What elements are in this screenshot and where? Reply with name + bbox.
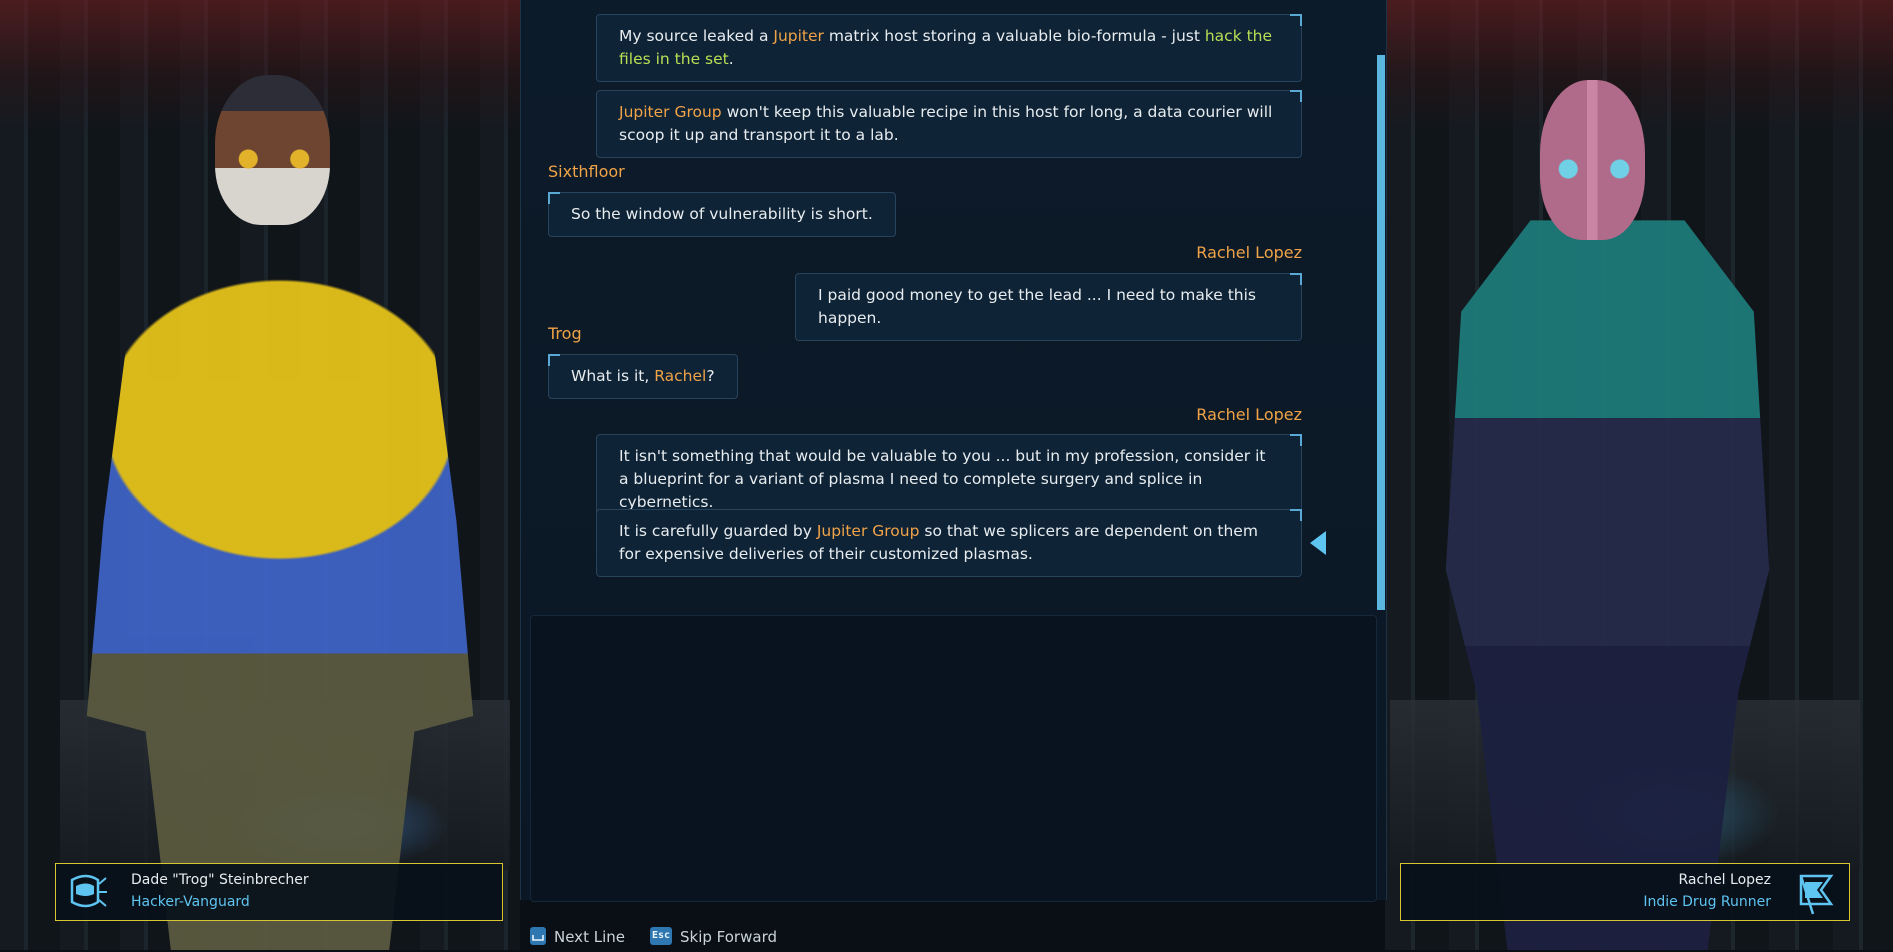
speaker-name: Sixthfloor <box>548 162 625 181</box>
left-character-name: Dade "Trog" Steinbrecher <box>131 872 309 888</box>
right-character-nameplate: Rachel Lopez Indie Drug Runner <box>1400 863 1850 921</box>
org-highlight: Jupiter Group <box>816 522 920 540</box>
dialog-bubble: My source leaked a Jupiter matrix host s… <box>596 14 1302 82</box>
dialog-bubble: I paid good money to get the lead ... I … <box>795 273 1302 341</box>
dialog-log-empty-area <box>530 615 1377 902</box>
hacker-vanguard-icon <box>70 874 107 908</box>
dialog-text: My source leaked a <box>619 27 774 45</box>
trog-goggles <box>228 148 320 170</box>
esc-key[interactable]: Esc <box>650 927 672 945</box>
dialog-bubble: What is it, Rachel? <box>548 354 738 399</box>
dialog-bubble-current: It is carefully guarded by Jupiter Group… <box>596 509 1302 577</box>
dialog-text: ? <box>706 367 715 385</box>
dialog-scrollbar[interactable] <box>1377 55 1385 610</box>
dialog-bubble: Jupiter Group won't keep this valuable r… <box>596 90 1302 158</box>
org-highlight: Jupiter Group <box>619 103 722 121</box>
dialog-text: What is it, <box>571 367 655 385</box>
left-character-role: Hacker-Vanguard <box>131 894 250 910</box>
rachel-goggles <box>1548 158 1640 180</box>
dialog-text: It is carefully guarded by <box>619 522 817 540</box>
dialog-text: I paid good money to get the lead ... I … <box>818 286 1256 327</box>
org-highlight: Jupiter <box>773 27 824 45</box>
speaker-name: Rachel Lopez <box>1196 405 1302 424</box>
left-character-nameplate: Dade "Trog" Steinbrecher Hacker-Vanguard <box>55 863 503 921</box>
next-line-label[interactable]: Next Line <box>554 928 625 946</box>
speaker-name: Rachel Lopez <box>1196 243 1302 262</box>
speaker-name: Trog <box>548 324 582 343</box>
current-line-marker-icon <box>1310 531 1326 555</box>
right-character-name: Rachel Lopez <box>1678 872 1772 888</box>
dialog-text: . <box>728 50 734 68</box>
dialog-text: matrix host storing a valuable bio-formu… <box>823 27 1205 45</box>
dialog-text: It isn't something that would be valuabl… <box>619 447 1266 511</box>
space-key-icon[interactable] <box>530 927 546 945</box>
dialog-bubble: So the window of vulnerability is short. <box>548 192 896 237</box>
flag-icon <box>1799 874 1834 915</box>
dialog-text: So the window of vulnerability is short. <box>571 205 873 223</box>
right-character-role: Indie Drug Runner <box>1643 894 1771 910</box>
skip-forward-label[interactable]: Skip Forward <box>680 928 777 946</box>
space-bar-glyph-icon <box>532 935 544 941</box>
org-highlight: Rachel <box>654 367 707 385</box>
